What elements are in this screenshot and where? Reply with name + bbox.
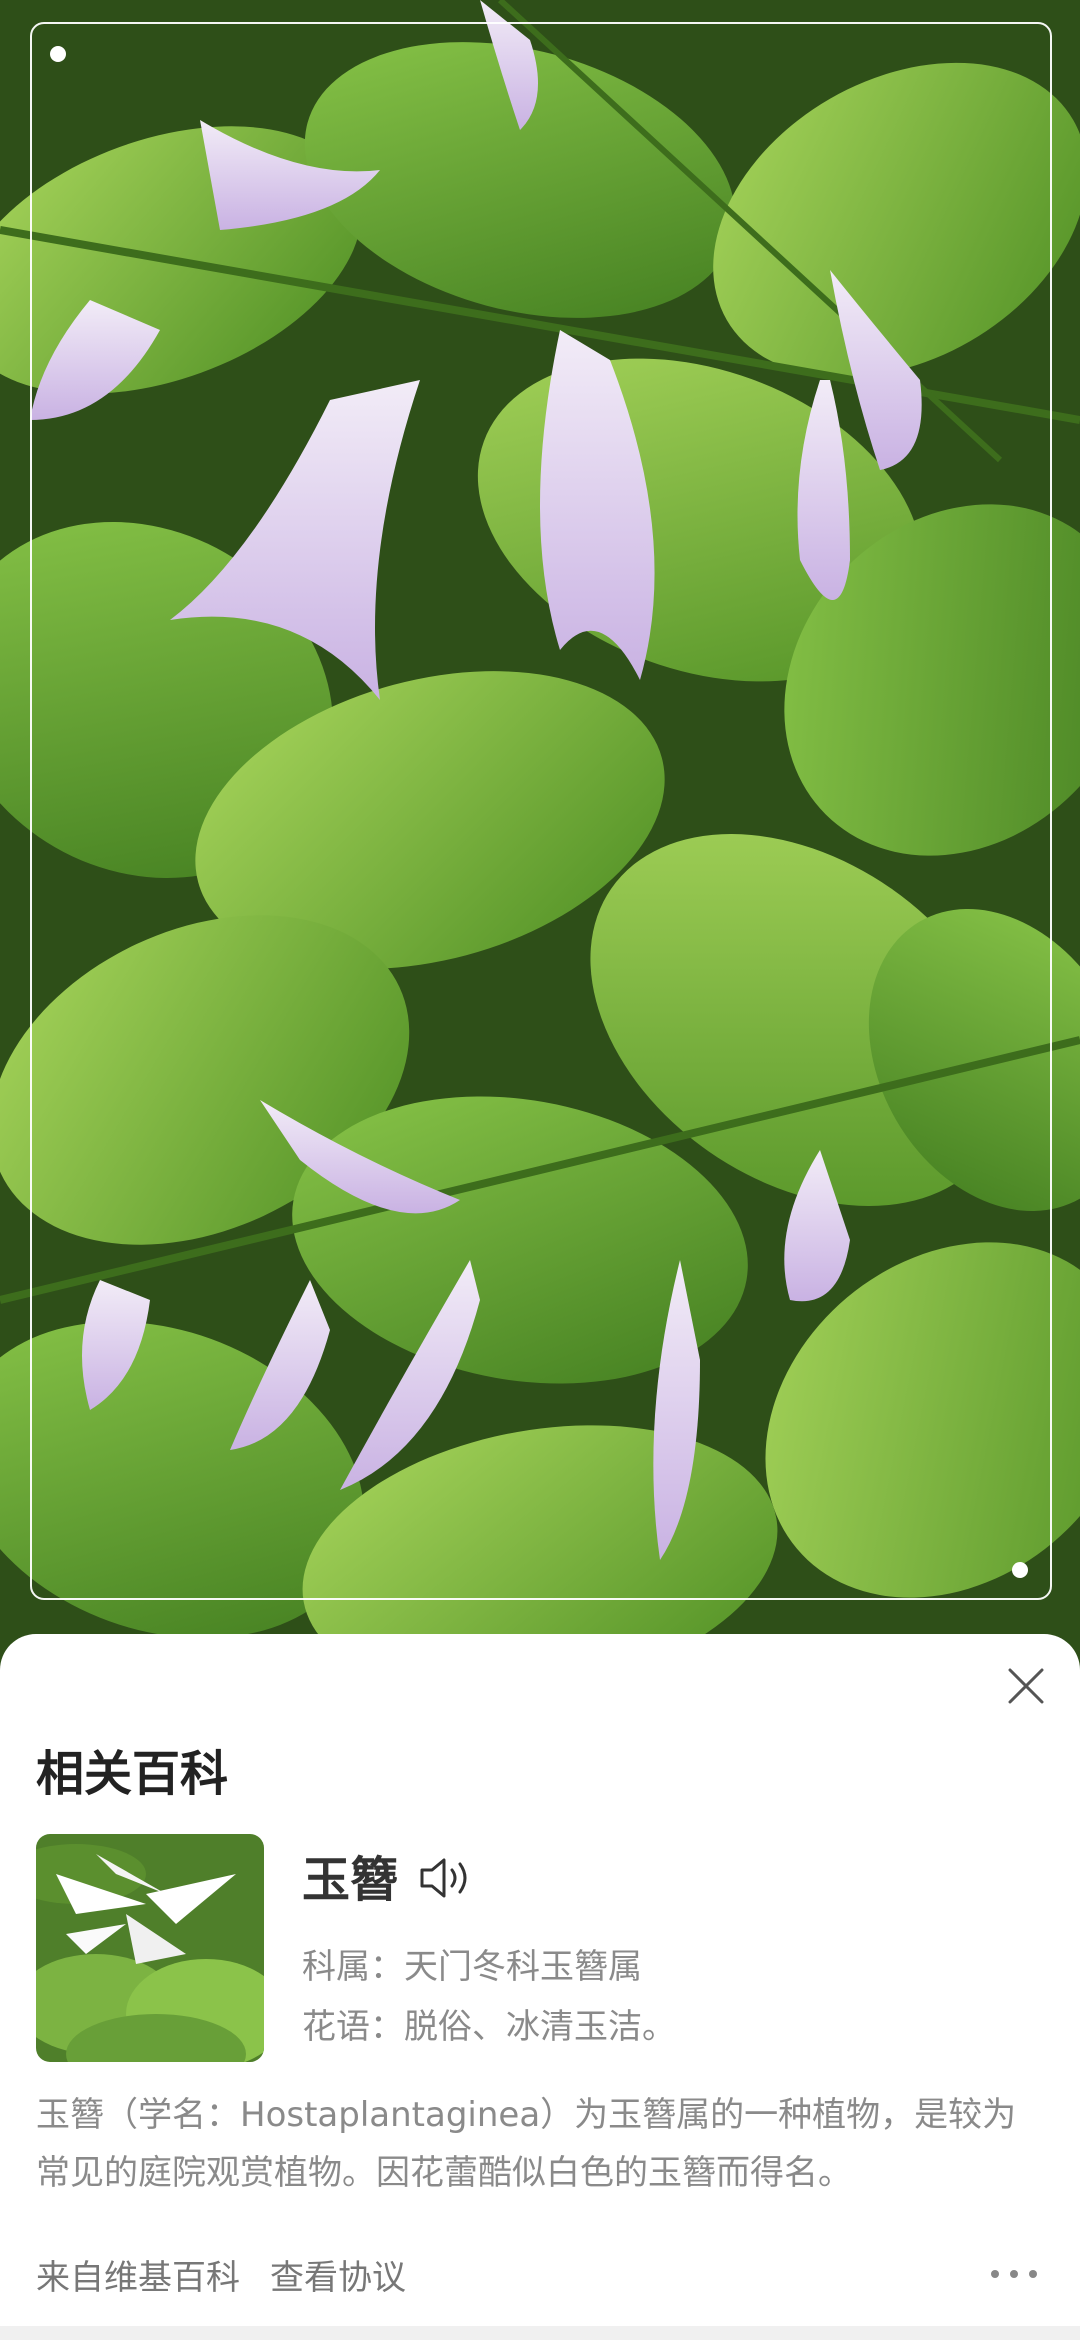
bottom-bar	[0, 2326, 1080, 2340]
plant-name: 玉簪	[302, 1852, 399, 1908]
plant-family: 科属：天门冬科玉簪属	[302, 1947, 642, 1987]
more-button[interactable]	[984, 2254, 1044, 2294]
encyclopedia-sheet: 相关百科 玉簪 科属：天门冬科玉簪属 花语：脱俗、冰清玉洁。 玉簪（学名：Hos…	[0, 1634, 1080, 2340]
close-button[interactable]	[994, 1654, 1058, 1718]
more-icon	[991, 2270, 1037, 2278]
close-icon	[1008, 1668, 1044, 1704]
plant-thumbnail[interactable]	[36, 1834, 264, 2062]
crop-frame[interactable]	[30, 22, 1052, 1600]
speaker-button[interactable]	[414, 1846, 478, 1910]
speaker-icon	[420, 1858, 467, 1898]
crop-handle-bottom-right[interactable]	[1012, 1562, 1028, 1578]
sheet-footer: 来自维基百科 查看协议	[36, 2250, 406, 2299]
sheet-title: 相关百科	[36, 1746, 229, 1802]
plant-description: 玉簪（学名：Hostaplantaginea）为玉簪属的一种植物，是较为常见的庭…	[36, 2095, 1017, 2193]
agreement-link[interactable]: 查看协议	[270, 2250, 406, 2299]
flower-language: 花语：脱俗、冰清玉洁。	[302, 2007, 676, 2047]
source-link[interactable]: 来自维基百科	[36, 2250, 240, 2299]
crop-handle-top-left[interactable]	[50, 46, 66, 62]
